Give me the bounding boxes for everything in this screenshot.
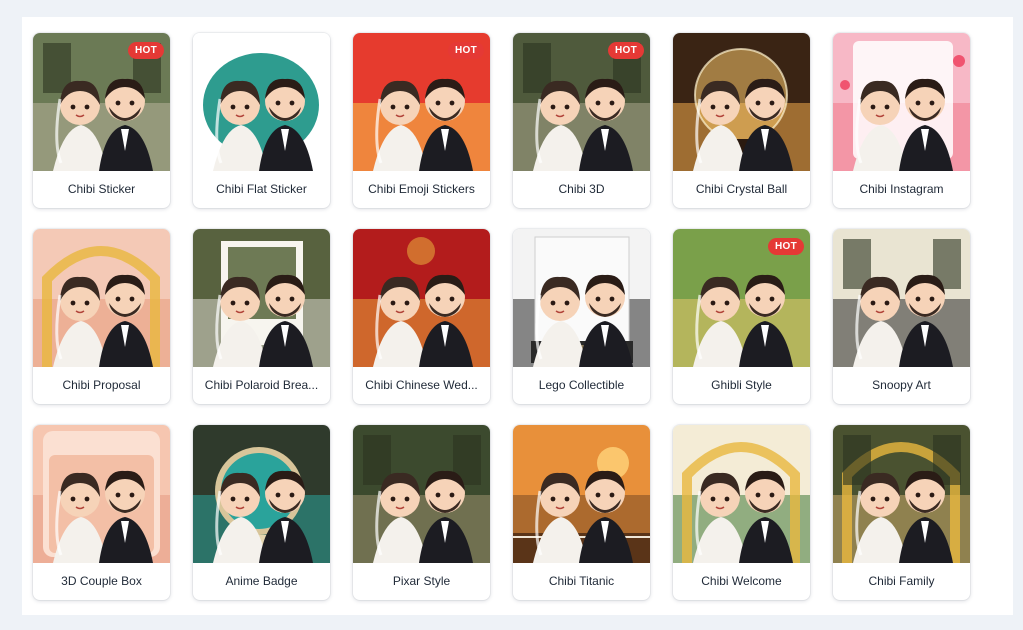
style-card-chibi-family[interactable]: Chibi Family	[833, 425, 970, 600]
style-card-label: Chibi Flat Sticker	[216, 182, 307, 196]
style-card-chibi-proposal[interactable]: Chibi Proposal	[33, 229, 170, 404]
style-card-label: Chibi Emoji Stickers	[368, 182, 475, 196]
style-thumbnail	[833, 229, 970, 367]
style-card-label: Chibi Sticker	[67, 182, 136, 196]
style-card-label: Chibi Welcome	[701, 574, 782, 588]
style-card-chibi-crystal-ball[interactable]: Chibi Crystal Ball	[673, 33, 810, 208]
hot-badge: HOT	[447, 42, 484, 59]
style-thumbnail	[193, 229, 330, 367]
style-thumbnail	[193, 33, 330, 171]
style-card-pixar-style[interactable]: Pixar Style	[353, 425, 490, 600]
style-card-label: Chibi Chinese Wed...	[365, 378, 478, 392]
style-gallery-panel: HOT Chibi Sticker Chibi Flat Sticker HOT Chi…	[22, 17, 1013, 615]
style-card-label: Chibi Family	[868, 574, 935, 588]
style-card-label: Chibi Instagram	[859, 182, 944, 196]
style-thumbnail	[353, 425, 490, 563]
style-card-label: Anime Badge	[225, 574, 298, 588]
hot-badge: HOT	[127, 42, 164, 59]
style-card-lego-collectible[interactable]: Lego Collectible	[513, 229, 650, 404]
style-card-ghibli-style[interactable]: HOT Ghibli Style	[673, 229, 810, 404]
style-thumbnail	[353, 229, 490, 367]
style-card-chibi-sticker[interactable]: HOT Chibi Sticker	[33, 33, 170, 208]
style-card-label: Chibi Polaroid Brea...	[204, 378, 319, 392]
style-thumbnail	[673, 33, 810, 171]
hot-badge: HOT	[607, 42, 644, 59]
style-thumbnail	[833, 33, 970, 171]
style-grid: HOT Chibi Sticker Chibi Flat Sticker HOT Chi…	[33, 33, 970, 600]
style-thumbnail	[513, 425, 650, 563]
style-card-label: Chibi Titanic	[548, 574, 615, 588]
style-card-chibi-instagram[interactable]: Chibi Instagram	[833, 33, 970, 208]
style-thumbnail	[33, 229, 170, 367]
style-card-chibi-polaroid-brea[interactable]: Chibi Polaroid Brea...	[193, 229, 330, 404]
style-card-label: 3D Couple Box	[61, 574, 142, 588]
style-thumbnail	[513, 229, 650, 367]
style-thumbnail	[673, 425, 810, 563]
style-card-chibi-welcome[interactable]: Chibi Welcome	[673, 425, 810, 600]
style-card-label: Chibi Crystal Ball	[695, 182, 788, 196]
style-card-label: Chibi Proposal	[62, 378, 141, 392]
style-card-label: Snoopy Art	[872, 378, 931, 392]
style-card-label: Lego Collectible	[538, 378, 625, 392]
style-thumbnail	[33, 425, 170, 563]
style-card-3d-couple-box[interactable]: 3D Couple Box	[33, 425, 170, 600]
style-card-chibi-titanic[interactable]: Chibi Titanic	[513, 425, 650, 600]
style-card-chibi-chinese-wed[interactable]: Chibi Chinese Wed...	[353, 229, 490, 404]
hot-badge: HOT	[767, 238, 804, 255]
style-card-label: Pixar Style	[392, 574, 451, 588]
style-card-chibi-3d[interactable]: HOT Chibi 3D	[513, 33, 650, 208]
style-card-anime-badge[interactable]: Anime Badge	[193, 425, 330, 600]
style-card-snoopy-art[interactable]: Snoopy Art	[833, 229, 970, 404]
style-card-label: Chibi 3D	[558, 182, 605, 196]
style-thumbnail	[833, 425, 970, 563]
style-card-label: Ghibli Style	[711, 378, 772, 392]
style-thumbnail	[193, 425, 330, 563]
style-card-chibi-flat-sticker[interactable]: Chibi Flat Sticker	[193, 33, 330, 208]
style-card-chibi-emoji-stickers[interactable]: HOT Chibi Emoji Stickers	[353, 33, 490, 208]
